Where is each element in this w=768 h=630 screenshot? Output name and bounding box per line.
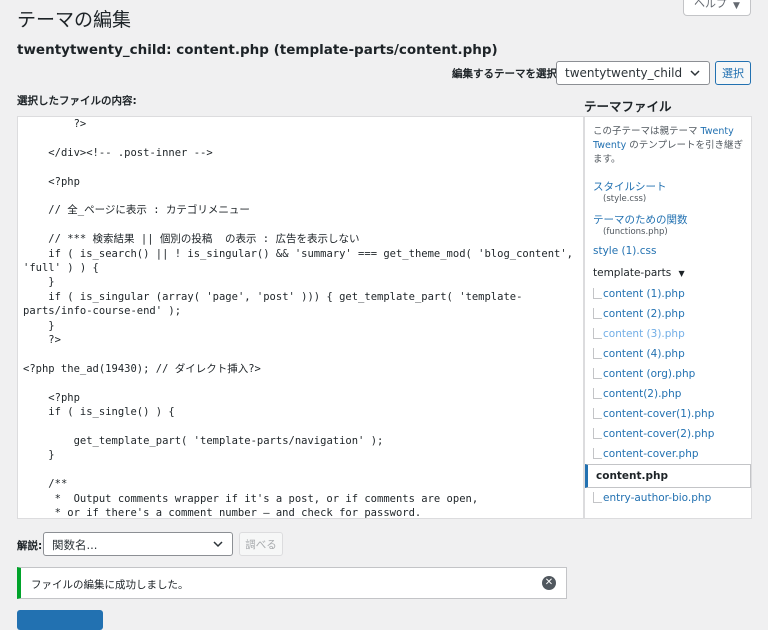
tree-connector	[593, 328, 602, 339]
theme-select-label: 編集するテーマを選択:	[452, 68, 562, 80]
folder-file-item[interactable]: content (4).php	[593, 344, 751, 364]
file-item-style-1[interactable]: style (1).css	[585, 245, 751, 257]
file-link[interactable]: テーマのための関数	[593, 212, 743, 227]
file-content-label: 選択したファイルの内容:	[17, 95, 137, 107]
folder-file-name: content-cover.php	[603, 448, 699, 460]
theme-select[interactable]: twentytwenty_child	[556, 61, 710, 85]
folder-file-name: content (1).php	[603, 288, 685, 300]
tree-connector	[593, 388, 602, 399]
caret-down-icon: ▼	[678, 269, 685, 278]
folder-label: template-parts	[593, 267, 672, 279]
function-name-select[interactable]: 関数名...	[43, 532, 233, 556]
caret-down-icon: ▼	[733, 1, 740, 11]
folder-file-name: content (3).php	[603, 328, 685, 340]
page-title: テーマの編集	[17, 9, 132, 31]
tree-connector	[593, 368, 602, 379]
folder-template-parts[interactable]: template-parts ▼	[585, 267, 751, 279]
help-tab-button[interactable]: ヘルプ ▼	[683, 0, 751, 16]
chevron-down-icon	[690, 70, 700, 77]
description-prefix: この子テーマは親テーマ	[593, 126, 698, 137]
folder-file-name: entry-author-bio.php	[603, 492, 712, 504]
select-theme-button[interactable]: 選択	[715, 61, 751, 85]
folder-file-item[interactable]: content (1).php	[593, 284, 751, 304]
file-subname: (functions.php)	[603, 227, 668, 237]
code-editor[interactable]: ?> </div><!-- .post-inner --> <?php // 全…	[17, 116, 584, 519]
folder-file-item[interactable]: content-cover(1).php	[593, 404, 751, 424]
theme-files-title: テーマファイル	[584, 99, 672, 114]
folder-file-name: content (org).php	[603, 368, 696, 380]
folder-file-item[interactable]: content (3).php	[593, 324, 751, 344]
lookup-button[interactable]: 調べる	[239, 532, 283, 556]
file-list: スタイルシート (style.css) テーマのための関数 (functions…	[585, 179, 751, 257]
notice-text: ファイルの編集に成功しました。	[31, 579, 189, 591]
tree-connector	[593, 308, 602, 319]
folder-file-name: content-cover(2).php	[603, 428, 715, 440]
folder-file-name: content (2).php	[603, 308, 685, 320]
folder-file-item[interactable]: content(2).php	[593, 384, 751, 404]
tree-connector	[593, 348, 602, 359]
file-item-functions[interactable]: テーマのための関数 (functions.php)	[585, 212, 751, 237]
folder-file-list: content (1).php content (2).php content (3…	[585, 284, 751, 508]
file-item-stylesheet[interactable]: スタイルシート (style.css)	[585, 179, 751, 204]
folder-file-item[interactable]: content-cover(2).php	[593, 424, 751, 444]
folder-file-name: content(2).php	[603, 388, 682, 400]
update-file-button[interactable]	[17, 610, 103, 630]
folder-file-name: content.php	[596, 470, 669, 482]
folder-file-item[interactable]: content (org).php	[593, 364, 751, 384]
chevron-down-icon	[213, 541, 223, 548]
tree-connector	[593, 448, 602, 459]
code-content[interactable]: ?> </div><!-- .post-inner --> <?php // 全…	[18, 117, 583, 518]
documentation-label: 解説:	[17, 540, 43, 552]
folder-file-name: content (4).php	[603, 348, 685, 360]
help-tab-label: ヘルプ	[694, 0, 728, 10]
dismiss-icon[interactable]: ✕	[542, 576, 556, 590]
tree-connector	[593, 428, 602, 439]
child-theme-description: この子テーマは親テーマ Twenty Twenty のテンプレートを引き継ぎます…	[585, 117, 751, 167]
function-name-placeholder: 関数名...	[52, 538, 98, 552]
file-subname: (style.css)	[603, 194, 647, 204]
file-link[interactable]: スタイルシート	[593, 179, 743, 194]
theme-select-value: twentytwenty_child	[565, 66, 683, 80]
folder-file-item[interactable]: content (2).php	[593, 304, 751, 324]
file-link[interactable]: style (1).css	[593, 245, 743, 257]
folder-file-item[interactable]: content.php	[585, 464, 751, 488]
tree-connector	[593, 492, 602, 503]
file-heading: twentytwenty_child: content.php (templat…	[17, 42, 498, 58]
folder-file-item[interactable]: entry-author-bio.php	[593, 488, 751, 508]
theme-files-panel[interactable]: この子テーマは親テーマ Twenty Twenty のテンプレートを引き継ぎます…	[584, 116, 752, 519]
tree-connector	[593, 288, 602, 299]
tree-connector	[593, 408, 602, 419]
folder-file-item[interactable]: content-cover.php	[593, 444, 751, 464]
folder-file-name: content-cover(1).php	[603, 408, 715, 420]
success-notice: ファイルの編集に成功しました。 ✕	[17, 567, 567, 599]
